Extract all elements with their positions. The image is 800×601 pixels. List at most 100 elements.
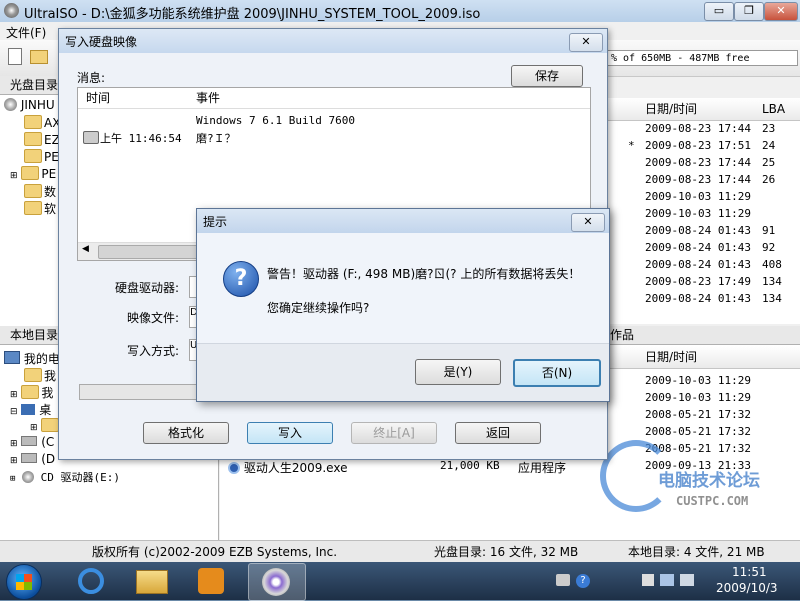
iso-tree-label: 软 bbox=[44, 202, 57, 216]
maximize-button[interactable]: ❐ bbox=[734, 2, 764, 21]
size-info-text: % of 650MB - 487MB free bbox=[611, 53, 750, 64]
local-row-datetime[interactable]: 2008-05-21 17:32 bbox=[645, 408, 751, 425]
expand-icon[interactable]: ⊞ bbox=[10, 171, 18, 181]
back-button[interactable]: 返回 bbox=[455, 422, 541, 444]
row-lba: 134 bbox=[762, 292, 782, 305]
no-button[interactable]: 否(N) bbox=[513, 359, 601, 387]
prompt-close-button[interactable]: ✕ bbox=[571, 213, 605, 232]
watermark-brand: 电脑技术论坛 bbox=[658, 471, 760, 491]
stop-button[interactable]: 终止[A] bbox=[351, 422, 437, 444]
image-file-label: 映像文件: bbox=[127, 311, 180, 325]
tray-flag-icon[interactable] bbox=[642, 574, 654, 586]
new-icon[interactable] bbox=[8, 48, 22, 65]
drive-icon bbox=[21, 453, 38, 463]
local-tree-item[interactable]: 我的电 bbox=[4, 350, 60, 367]
write-button[interactable]: 写入 bbox=[247, 422, 333, 444]
log-row[interactable]: 上午 11:46:54 磨?Ｉ？ bbox=[78, 130, 590, 146]
local-tree-label: (D bbox=[41, 452, 56, 466]
row-datetime: 2009-10-03 11:29 bbox=[645, 207, 751, 220]
clock-time[interactable]: 11:51 bbox=[732, 565, 767, 579]
iso-tree-item[interactable]: EZ bbox=[24, 132, 60, 149]
row-lba: 408 bbox=[762, 258, 782, 271]
local-tree-item[interactable]: ⊞ (D bbox=[10, 452, 55, 469]
local-tree-item[interactable]: ⊞ CD 驱动器(E:) bbox=[10, 469, 120, 486]
row-lba: 91 bbox=[762, 224, 776, 237]
row-datetime: 2009-08-23 17:51 bbox=[645, 139, 751, 152]
iso-tree-item[interactable]: ⊞ PE bbox=[10, 166, 56, 183]
media-player-taskbar-icon[interactable] bbox=[198, 568, 224, 594]
col-event[interactable]: 事件 bbox=[196, 88, 220, 108]
open-icon[interactable] bbox=[30, 50, 48, 64]
write-method-label: 写入方式: bbox=[127, 344, 180, 358]
yes-button[interactable]: 是(Y) bbox=[415, 359, 501, 385]
local-row-datetime[interactable]: 2008-05-21 17:32 bbox=[645, 425, 751, 442]
local-tree-item[interactable]: ⊞ (C bbox=[10, 435, 54, 452]
close-button[interactable]: ✕ bbox=[764, 2, 798, 21]
expand-icon[interactable]: ⊞ bbox=[10, 439, 18, 449]
local-tree-item[interactable]: ⊟ 桌 bbox=[10, 401, 51, 418]
iso-tree-item[interactable]: AX bbox=[24, 115, 60, 132]
status-local-summary: 本地目录: 4 文件, 21 MB bbox=[628, 545, 765, 559]
format-button[interactable]: 格式化 bbox=[143, 422, 229, 444]
messages-label: 消息: bbox=[77, 71, 106, 85]
col-datetime[interactable]: 日期/时间 bbox=[645, 98, 697, 120]
folder-icon bbox=[24, 132, 42, 146]
clock-date[interactable]: 2009/10/3 bbox=[716, 581, 778, 595]
expand-icon[interactable]: ⊞ bbox=[10, 456, 18, 466]
log-header: 时间 事件 bbox=[78, 88, 590, 109]
start-button[interactable] bbox=[6, 564, 42, 600]
expand-icon[interactable]: ⊞ bbox=[30, 423, 38, 433]
local-tree-item[interactable]: ⊞ 我 bbox=[10, 384, 53, 401]
dialog-close-button[interactable]: ✕ bbox=[569, 33, 603, 52]
explorer-taskbar-icon[interactable] bbox=[136, 570, 168, 594]
ultraiso-taskbar-item[interactable] bbox=[248, 563, 306, 601]
taskbar: ? 11:51 2009/10/3 bbox=[0, 562, 800, 601]
col-lba[interactable]: LBA bbox=[762, 98, 785, 120]
col-datetime[interactable]: 日期/时间 bbox=[645, 346, 697, 368]
iso-tree-label: PE bbox=[41, 167, 57, 181]
local-tree-item[interactable]: 我 bbox=[24, 367, 56, 384]
row-lba: 26 bbox=[762, 173, 776, 186]
tray-volume-icon[interactable] bbox=[680, 574, 694, 586]
row-lba: 92 bbox=[762, 241, 776, 254]
folder-icon bbox=[24, 368, 42, 382]
iso-root[interactable]: JINHU bbox=[4, 98, 55, 115]
row-datetime: 2009-10-03 11:29 bbox=[645, 190, 751, 203]
tray-network-icon[interactable] bbox=[660, 574, 674, 586]
size-info: % of 650MB - 487MB free bbox=[606, 50, 798, 66]
tray-help-icon[interactable]: ? bbox=[576, 574, 590, 588]
dialog-title-bar: 写入硬盘映像 ✕ bbox=[59, 29, 607, 53]
local-row-datetime[interactable]: 2009-10-03 11:29 bbox=[645, 374, 751, 391]
expand-icon[interactable]: ⊞ bbox=[10, 474, 15, 484]
iso-tree-item[interactable]: PE bbox=[24, 149, 59, 166]
disc-icon bbox=[262, 568, 290, 596]
file-row[interactable]: 驱动人生2009.exe 21,000 KB 应用程序 bbox=[228, 459, 648, 476]
row-datetime: 2009-08-23 17:44 bbox=[645, 156, 751, 169]
ie-taskbar-icon[interactable] bbox=[78, 568, 104, 594]
row-datetime: 2009-08-24 01:43 bbox=[645, 241, 751, 254]
iso-tree-item[interactable]: 数 bbox=[24, 183, 56, 200]
collapse-icon[interactable]: ⊟ bbox=[10, 407, 18, 417]
desktop-icon bbox=[21, 404, 36, 415]
folder-icon bbox=[24, 149, 42, 163]
file-size: 21,000 KB bbox=[440, 459, 500, 472]
log-time: 上午 11:46:54 bbox=[100, 132, 182, 145]
col-time[interactable]: 时间 bbox=[86, 88, 110, 108]
expand-icon[interactable]: ⊞ bbox=[10, 390, 18, 400]
local-tree-item[interactable]: ⊞ bbox=[30, 418, 61, 435]
iso-tree-item[interactable]: 软 bbox=[24, 200, 56, 217]
prompt-title: 提示 bbox=[203, 215, 228, 229]
confirm-question: 您确定继续操作吗? bbox=[267, 301, 370, 315]
local-tree-label: (C bbox=[41, 435, 55, 449]
cd-drive-icon bbox=[22, 471, 35, 483]
windows-logo-icon bbox=[16, 574, 32, 590]
menu-file[interactable]: 文件(F) bbox=[6, 24, 46, 41]
drive-icon bbox=[21, 436, 38, 446]
tray-keyboard-icon[interactable] bbox=[556, 574, 570, 586]
local-tree-label: CD 驱动器(E:) bbox=[40, 471, 121, 484]
minimize-button[interactable]: ▭ bbox=[704, 2, 734, 21]
local-row-datetime[interactable]: 2009-10-03 11:29 bbox=[645, 391, 751, 408]
log-row[interactable]: Windows 7 6.1 Build 7600 bbox=[78, 114, 590, 130]
scroll-left-icon[interactable]: ◀ bbox=[82, 244, 89, 254]
save-button[interactable]: 保存 bbox=[511, 65, 583, 87]
